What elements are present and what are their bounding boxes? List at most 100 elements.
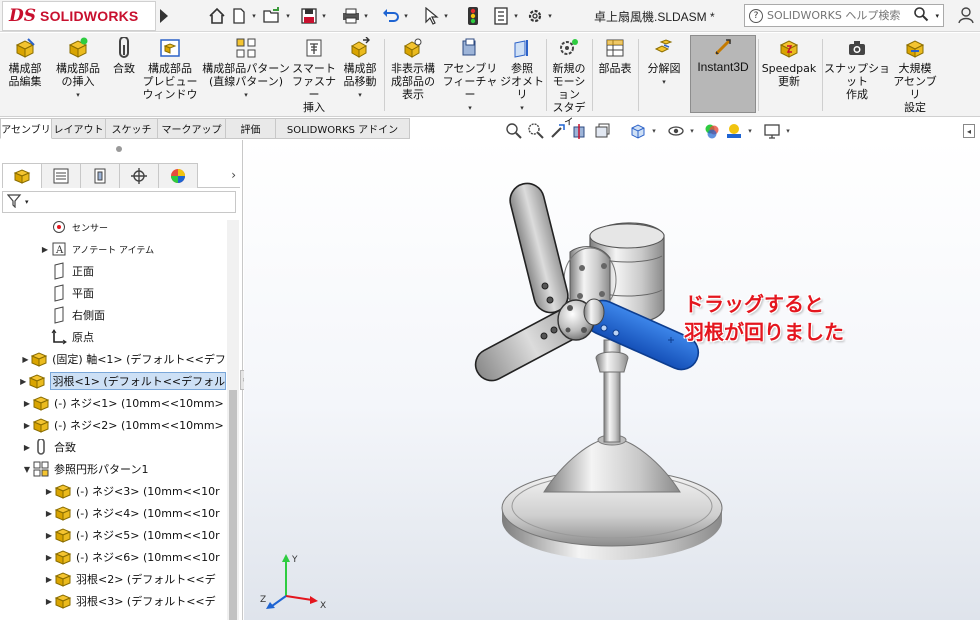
- snapshot-button[interactable]: スナップショット 作成: [824, 37, 890, 101]
- expand-arrow-icon[interactable]: ▶: [21, 355, 30, 364]
- help-search-input[interactable]: [763, 9, 913, 22]
- mate-button[interactable]: 合致: [108, 37, 140, 75]
- linear-pattern-dropdown-icon[interactable]: ▾: [244, 89, 248, 102]
- panel-grip-icon[interactable]: [116, 146, 122, 152]
- expand-arrow-icon[interactable]: ▶: [40, 245, 50, 254]
- tree-item-mates[interactable]: ▶ 合致: [0, 436, 226, 458]
- tree-item-screw-1[interactable]: ▶ (-) ネジ<1> (10mm<<10mm>: [0, 392, 226, 414]
- section-view-icon[interactable]: [570, 121, 590, 141]
- expand-arrow-icon[interactable]: ▶: [44, 531, 54, 540]
- expand-arrow-icon[interactable]: ▶: [22, 421, 32, 430]
- tab-markup[interactable]: マークアップ: [158, 118, 226, 139]
- undo-icon[interactable]: [380, 5, 402, 27]
- display-style-dropdown-icon[interactable]: ▾: [688, 127, 696, 135]
- show-hidden-components-button[interactable]: 非表示構 成部品の 表示: [386, 37, 440, 101]
- collapse-panel-icon[interactable]: ◂: [963, 124, 975, 138]
- tree-filter[interactable]: ▾: [2, 191, 236, 213]
- tab-assembly[interactable]: アセンブリ: [0, 118, 52, 139]
- fan-model[interactable]: [244, 140, 980, 620]
- tree-item-origin[interactable]: 原点: [0, 326, 226, 348]
- new-document-icon[interactable]: [228, 5, 250, 27]
- insert-components-button[interactable]: 構成部品 の挿入 ▾: [50, 37, 106, 102]
- configuration-manager-icon[interactable]: [80, 162, 120, 188]
- display-manager-icon[interactable]: [158, 162, 198, 188]
- fan-blade-2[interactable]: [507, 180, 572, 316]
- solidworks-logo[interactable]: DS SOLIDWORKS: [2, 1, 156, 31]
- filter-icon[interactable]: [6, 193, 23, 211]
- collapse-arrow-icon[interactable]: ▼: [22, 465, 32, 474]
- tree-item-shaft[interactable]: ▶ (固定) 軸<1> (デフォルト<<デフォ: [0, 348, 226, 370]
- options-icon[interactable]: [524, 5, 546, 27]
- search-dropdown-icon[interactable]: ▾: [935, 12, 939, 20]
- tree-item-screw-6[interactable]: ▶ (-) ネジ<6> (10mm<<10r: [0, 546, 226, 568]
- assembly-features-dropdown-icon[interactable]: ▾: [468, 102, 472, 115]
- user-account-icon[interactable]: [956, 5, 976, 25]
- expand-arrow-icon[interactable]: ▶: [44, 509, 54, 518]
- panel-tabs-more-icon[interactable]: ›: [231, 168, 236, 182]
- reference-geometry-button[interactable]: 参照 ジオメトリ ▾: [500, 37, 544, 115]
- large-assembly-settings-button[interactable]: 大規模 アセンブリ 設定: [892, 37, 938, 114]
- exploded-view-button[interactable]: 分解図 ▾: [640, 37, 688, 89]
- tree-item-sensors[interactable]: センサー: [0, 216, 226, 238]
- tree-item-front-plane[interactable]: 正面: [0, 260, 226, 282]
- expand-arrow-icon[interactable]: ▶: [44, 575, 54, 584]
- open-icon[interactable]: [262, 5, 284, 27]
- tree-scrollbar[interactable]: [227, 220, 239, 620]
- speedpak-button[interactable]: Speedpak 更新: [760, 37, 818, 88]
- move-component-button[interactable]: 構成部 品移動 ▾: [338, 37, 382, 102]
- reference-geometry-dropdown-icon[interactable]: ▾: [520, 102, 524, 115]
- appearance-icon[interactable]: [702, 121, 722, 141]
- help-search-box[interactable]: ? ▾: [744, 4, 944, 27]
- options-dropdown-icon[interactable]: ▾: [546, 5, 554, 27]
- new-dropdown-icon[interactable]: ▾: [250, 5, 258, 27]
- select-dropdown-icon[interactable]: ▾: [442, 5, 450, 27]
- expand-arrow-icon[interactable]: ▶: [44, 597, 54, 606]
- menu-expand-arrow-icon[interactable]: [160, 9, 168, 23]
- edit-component-button[interactable]: 構成部 品編集: [2, 37, 48, 88]
- expand-arrow-icon[interactable]: ▶: [19, 377, 28, 386]
- dimxpert-icon[interactable]: [119, 162, 159, 188]
- tree-item-screw-5[interactable]: ▶ (-) ネジ<5> (10mm<<10r: [0, 524, 226, 546]
- tree-item-screw-3[interactable]: ▶ (-) ネジ<3> (10mm<<10r: [0, 480, 226, 502]
- view-orientation-icon[interactable]: [628, 121, 648, 141]
- rebuild-icon[interactable]: [462, 5, 484, 27]
- exploded-view-dropdown-icon[interactable]: ▾: [662, 76, 666, 89]
- tab-evaluate[interactable]: 評価: [226, 118, 276, 139]
- view-orientation-dropdown-icon[interactable]: ▾: [650, 127, 658, 135]
- tree-item-screw-4[interactable]: ▶ (-) ネジ<4> (10mm<<10r: [0, 502, 226, 524]
- graphics-area[interactable]: ドラッグすると 羽根が回りました Y X Z: [244, 140, 980, 620]
- save-dropdown-icon[interactable]: ▾: [320, 5, 328, 27]
- print-icon[interactable]: [340, 5, 362, 27]
- tree-item-blade-1[interactable]: ▶ 羽根<1> (デフォルト<<デフォルト>_: [0, 370, 226, 392]
- bill-of-materials-button[interactable]: 部品表: [594, 37, 636, 75]
- home-icon[interactable]: [206, 5, 228, 27]
- component-preview-button[interactable]: 構成部品 プレビュー ウィンドウ: [142, 37, 198, 101]
- tree-item-circular-pattern[interactable]: ▼ 参照円形パターン1: [0, 458, 226, 480]
- previous-view-icon[interactable]: [548, 121, 568, 141]
- new-motion-study-button[interactable]: 新規の モーション スタディ: [548, 37, 590, 127]
- expand-arrow-icon[interactable]: ▶: [44, 553, 54, 562]
- move-component-dropdown-icon[interactable]: ▾: [358, 89, 362, 102]
- file-properties-dropdown-icon[interactable]: ▾: [512, 5, 520, 27]
- display-style-icon[interactable]: [666, 121, 686, 141]
- feature-manager-icon[interactable]: [2, 162, 42, 188]
- instant3d-button[interactable]: Instant3D: [690, 35, 756, 113]
- file-properties-icon[interactable]: [490, 5, 512, 27]
- expand-arrow-icon[interactable]: ▶: [44, 487, 54, 496]
- tree-item-annotations[interactable]: ▶ A アノテート アイテム: [0, 238, 226, 260]
- tab-solidworks-addins[interactable]: SOLIDWORKS アドイン: [276, 118, 410, 139]
- tab-layout[interactable]: レイアウト: [52, 118, 106, 139]
- tree-item-blade-2[interactable]: ▶ 羽根<2> (デフォルト<<デ: [0, 568, 226, 590]
- zoom-to-area-icon[interactable]: [526, 121, 546, 141]
- scene-icon[interactable]: [724, 121, 744, 141]
- tree-item-blade-3[interactable]: ▶ 羽根<3> (デフォルト<<デ: [0, 590, 226, 612]
- smart-fasteners-button[interactable]: スマート ファスナー 挿入: [292, 37, 336, 114]
- save-icon[interactable]: [298, 5, 320, 27]
- print-dropdown-icon[interactable]: ▾: [362, 5, 370, 27]
- tree-item-screw-2[interactable]: ▶ (-) ネジ<2> (10mm<<10mm>: [0, 414, 226, 436]
- dynamic-annotation-icon[interactable]: [592, 121, 612, 141]
- scrollbar-thumb[interactable]: [229, 390, 237, 620]
- zoom-to-fit-icon[interactable]: [504, 121, 524, 141]
- undo-dropdown-icon[interactable]: ▾: [402, 5, 410, 27]
- tree-item-top-plane[interactable]: 平面: [0, 282, 226, 304]
